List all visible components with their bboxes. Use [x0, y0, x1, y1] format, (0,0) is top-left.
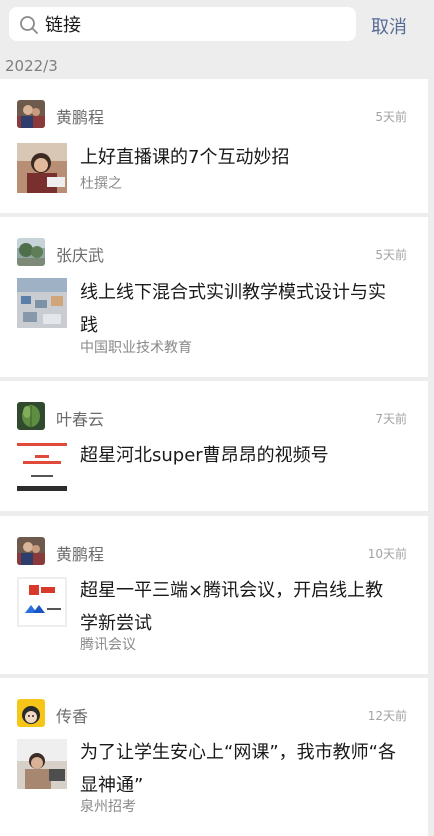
article-thumbnail: [17, 278, 67, 328]
avatar: [17, 402, 45, 430]
article-title: 上好直播课的7个互动妙招: [80, 147, 290, 168]
search-input[interactable]: [45, 7, 345, 41]
cancel-button[interactable]: 取消: [371, 13, 407, 39]
result-card[interactable]: 叶春云 7天前 超星河北super曹昂昂的视频号: [0, 381, 428, 511]
search-box[interactable]: [9, 7, 356, 41]
sender-name: 叶春云: [56, 410, 105, 429]
timestamp: 7天前: [375, 412, 407, 426]
result-card[interactable]: 传香 12天前 为了让学生安心上“网课”，我市教师“各显神通” 泉州招考: [0, 678, 428, 836]
sender-name: 传香: [56, 707, 89, 726]
sender-name: 黄鹏程: [56, 545, 105, 564]
search-bar: 取消: [0, 0, 434, 50]
date-header: 2022/3: [5, 57, 58, 75]
timestamp: 12天前: [367, 709, 407, 723]
article-source: 中国职业技术教育: [80, 340, 192, 356]
timestamp: 10天前: [367, 547, 407, 561]
search-icon: [20, 16, 38, 34]
sender-name: 张庆武: [56, 246, 105, 265]
article-source: 杜撰之: [80, 176, 122, 192]
article-source: 腾讯会议: [80, 637, 136, 653]
article-thumbnail: [17, 143, 67, 193]
result-card[interactable]: 黄鹏程 5天前 上好直播课的7个互动妙招 杜撰之: [0, 79, 428, 213]
result-card[interactable]: 张庆武 5天前 线上线下混合式实训教学模式设计与实践 中国职业技术教育: [0, 217, 428, 377]
timestamp: 5天前: [375, 110, 407, 124]
sender-name: 黄鹏程: [56, 108, 105, 127]
avatar: [17, 537, 45, 565]
article-thumbnail: [17, 739, 67, 789]
result-card[interactable]: 黄鹏程 10天前 超星一平三端×腾讯会议，开启线上教学新尝试 腾讯会议: [0, 516, 428, 674]
article-title: 超星一平三端×腾讯会议，开启线上教学新尝试: [80, 580, 384, 634]
article-thumbnail: [17, 577, 67, 627]
avatar: [17, 100, 45, 128]
article-title: 线上线下混合式实训教学模式设计与实践: [80, 282, 386, 336]
avatar: [17, 238, 45, 266]
article-title: 超星河北super曹昂昂的视频号: [80, 445, 329, 466]
article-title: 为了让学生安心上“网课”，我市教师“各显神通”: [80, 742, 396, 796]
article-thumbnail: [17, 441, 67, 491]
article-source: 泉州招考: [80, 799, 136, 815]
avatar: [17, 699, 45, 727]
timestamp: 5天前: [375, 248, 407, 262]
